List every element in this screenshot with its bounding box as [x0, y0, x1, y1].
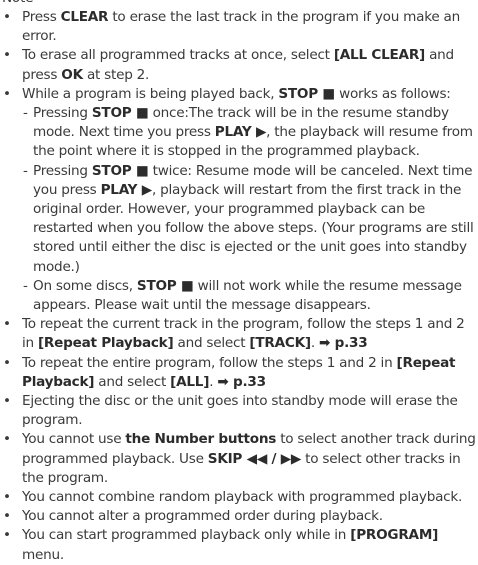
bold-term: STOP ■ — [278, 85, 336, 102]
note-sublist: Pressing STOP ■ once:The track will be i… — [22, 104, 476, 315]
note-item: You cannot combine random playback with … — [0, 488, 476, 507]
bold-term: [ALL CLEAR] — [333, 47, 425, 64]
note-text: You cannot alter a programmed order duri… — [22, 508, 383, 525]
note-item: You cannot alter a programmed order duri… — [0, 507, 476, 526]
bold-term: the Number buttons — [125, 431, 277, 448]
bold-term: STOP ■ — [136, 277, 194, 294]
note-text: Press — [22, 9, 61, 25]
bold-term: STOP ■ — [91, 162, 149, 179]
note-item: To erase all programmed tracks at once, … — [0, 46, 476, 84]
bold-term: CLEAR — [60, 9, 109, 25]
note-text: and select — [173, 335, 250, 352]
note-item: You can start programmed playback only w… — [0, 526, 476, 564]
notes-list: Press CLEAR to erase the last track in t… — [0, 8, 476, 565]
note-subitem: On some discs, STOP ■ will not work whil… — [22, 277, 476, 315]
bold-term: PLAY ▶ — [214, 124, 267, 141]
note-text: Ejecting the disc or the unit goes into … — [22, 393, 458, 429]
bold-term: [Repeat Playback] — [37, 335, 174, 352]
note-text: Pressing — [33, 105, 92, 122]
note-text: You cannot combine random playback with … — [22, 489, 463, 506]
note-item: You cannot use the Number buttons to sel… — [0, 430, 476, 488]
page-reference: ➡ p.33 — [318, 335, 368, 352]
note-item: Ejecting the disc or the unit goes into … — [0, 392, 476, 430]
notes-heading: Note — [2, 0, 33, 8]
bold-term: STOP ■ — [91, 105, 149, 122]
bold-term: [PROGRAM] — [350, 527, 439, 544]
note-text: . — [310, 335, 319, 352]
note-text: You cannot use — [22, 431, 126, 448]
note-text: To erase all programmed tracks at once, … — [22, 47, 334, 64]
note-text: On some discs, — [33, 277, 137, 294]
note-text: at step 2. — [82, 66, 150, 83]
note-subitem: Pressing STOP ■ once:The track will be i… — [22, 104, 476, 162]
note-text: To repeat the entire program, follow the… — [22, 354, 397, 371]
note-text: and select — [94, 373, 171, 390]
note-item: While a program is being played back, ST… — [0, 85, 476, 315]
page-reference: ➡ p.33 — [217, 373, 266, 390]
bold-term: PLAY ▶ — [100, 181, 153, 198]
bold-term: OK — [61, 66, 83, 83]
bold-term: SKIP ◀◀ / ▶▶ — [207, 450, 302, 467]
note-item: To repeat the entire program, follow the… — [0, 354, 476, 392]
note-subitem: Pressing STOP ■ twice: Resume mode will … — [22, 162, 476, 277]
note-text: works as follows: — [335, 85, 451, 102]
bold-term: [TRACK] — [249, 335, 311, 352]
note-item: Press CLEAR to erase the last track in t… — [0, 8, 476, 46]
note-text: menu. — [22, 546, 64, 563]
note-text: You can start programmed playback only w… — [22, 527, 351, 544]
bold-term: [ALL] — [170, 373, 210, 390]
note-text: While a program is being played back, — [22, 85, 279, 102]
note-item: To repeat the current track in the progr… — [0, 315, 476, 353]
note-text: Pressing — [33, 162, 92, 179]
